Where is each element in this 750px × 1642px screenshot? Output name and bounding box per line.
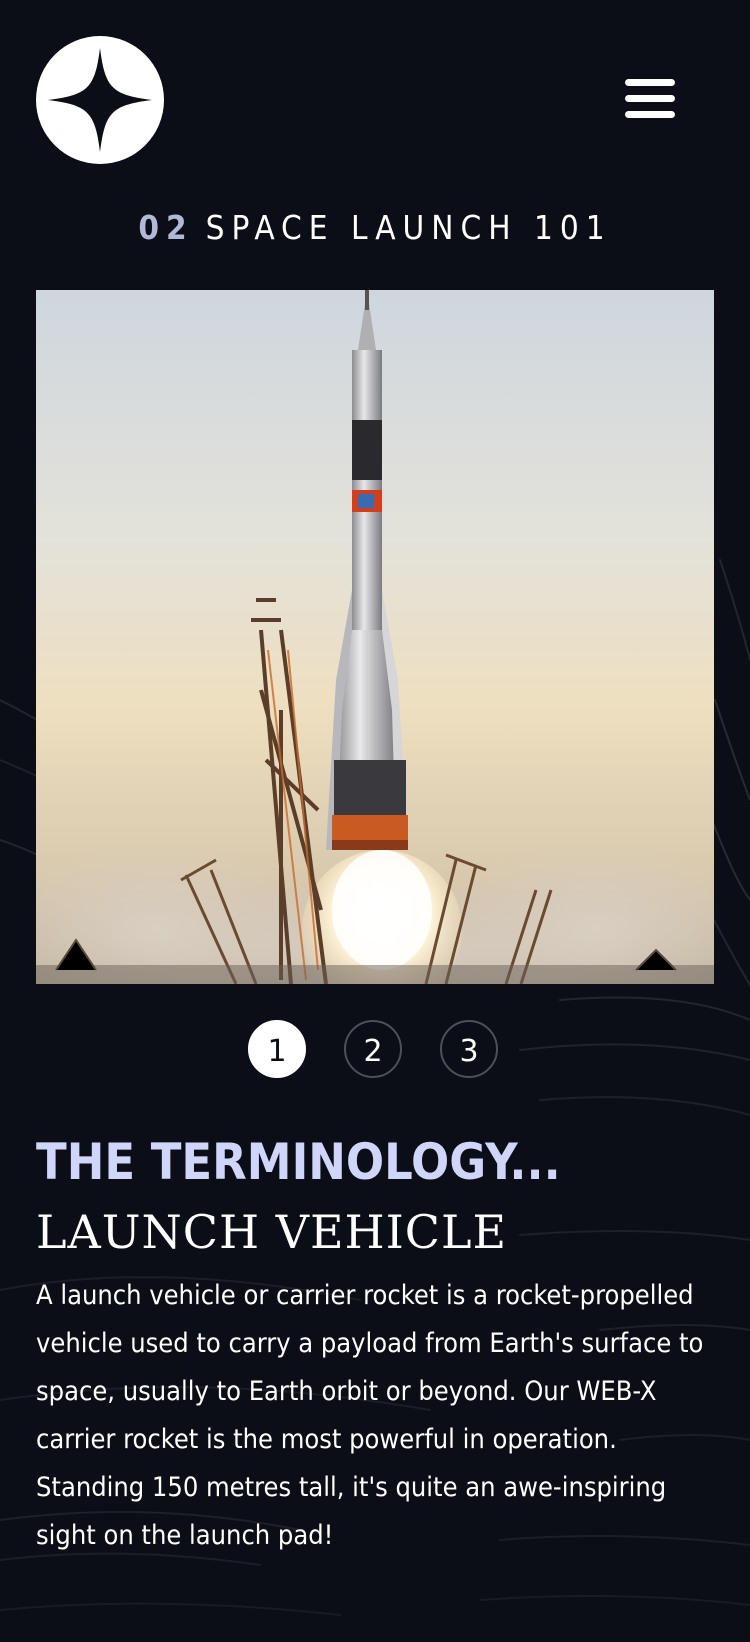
menu-bar bbox=[625, 111, 675, 118]
hamburger-menu-icon[interactable] bbox=[622, 76, 678, 122]
slide-button-2[interactable]: 2 bbox=[344, 1020, 402, 1078]
rocket-launch-photo bbox=[36, 290, 714, 984]
term-title: LAUNCH VEHICLE bbox=[36, 1205, 508, 1259]
term-description: A launch vehicle or carrier rocket is a … bbox=[36, 1280, 704, 1551]
slide-button-3[interactable]: 3 bbox=[440, 1020, 498, 1078]
menu-bar bbox=[625, 95, 675, 102]
page-title: SPACE LAUNCH 101 bbox=[205, 208, 612, 247]
page-heading: 02 SPACE LAUNCH 101 bbox=[0, 204, 750, 252]
four-point-star-icon[interactable] bbox=[36, 36, 164, 164]
menu-bar bbox=[625, 79, 675, 86]
slide-navigation: 1 2 3 bbox=[248, 1020, 502, 1082]
section-label: THE TERMINOLOGY... bbox=[36, 1133, 561, 1191]
slide-button-1[interactable]: 1 bbox=[248, 1020, 306, 1078]
page-number: 02 bbox=[138, 208, 194, 247]
